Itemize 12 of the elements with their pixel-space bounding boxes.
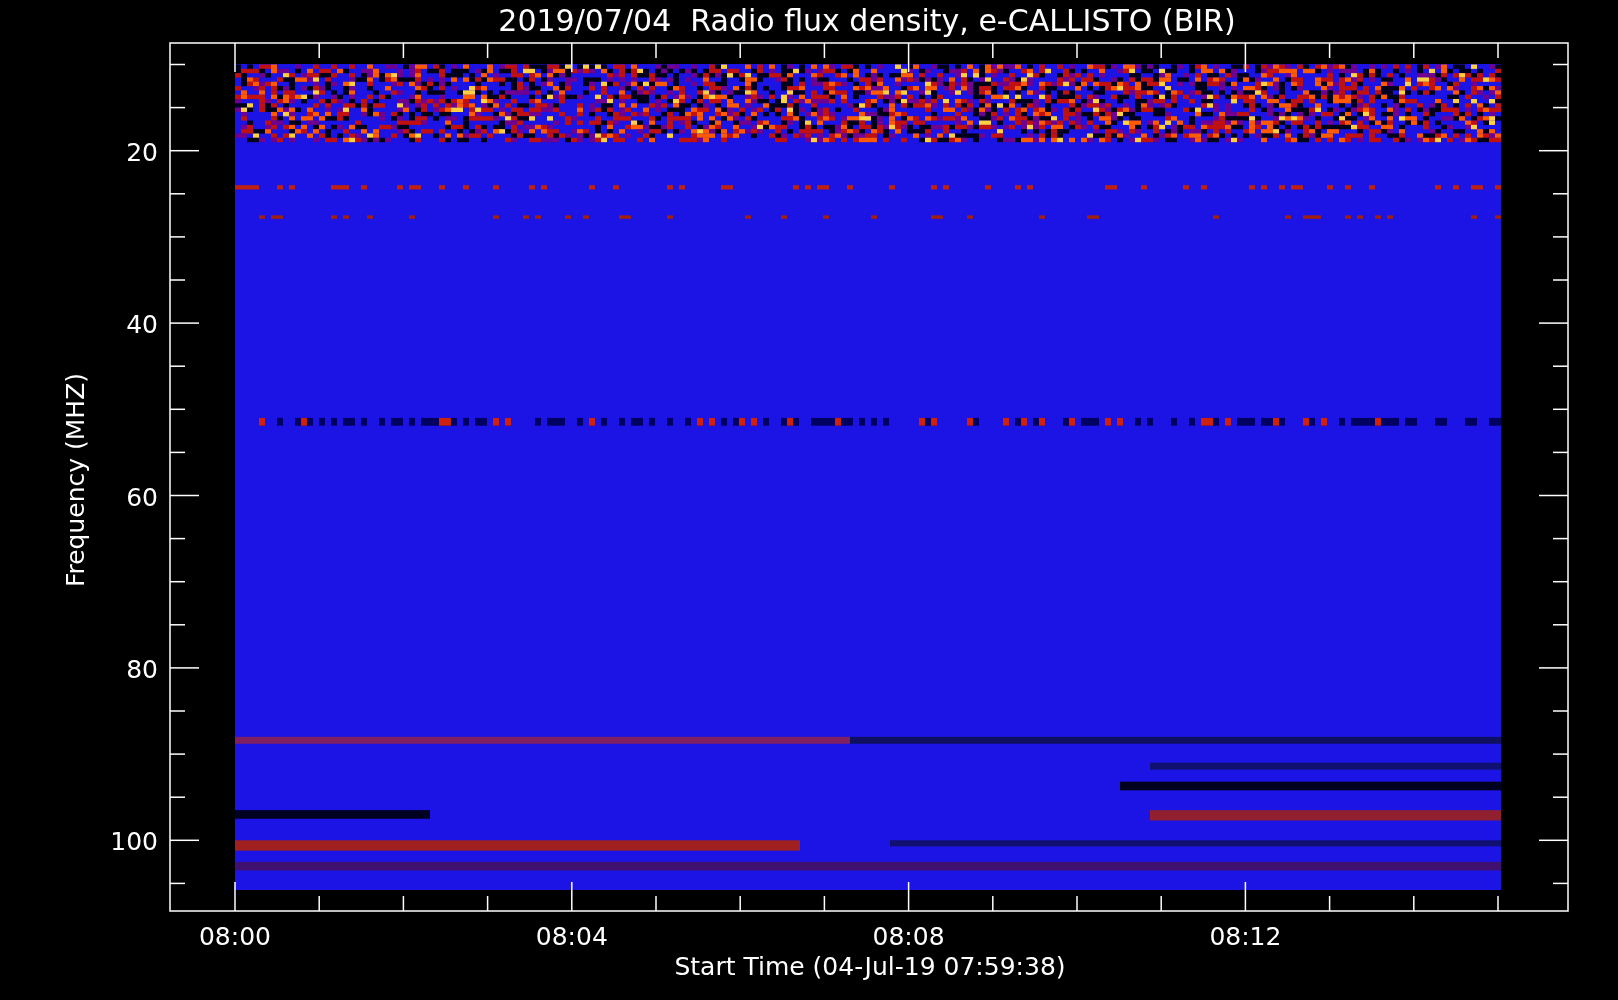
- tick-label: 80: [126, 654, 158, 684]
- tick-label: 08:08: [872, 922, 945, 951]
- axis-title: Start Time (04-Jul-19 07:59:38): [674, 952, 1066, 981]
- tick-label: 20: [126, 137, 158, 167]
- axis-title: Frequency (MHZ): [61, 372, 90, 588]
- chart-title: 2019/07/04 Radio flux density, e-CALLISTO (BIR): [498, 3, 1236, 38]
- tick-label: 60: [126, 482, 158, 512]
- tick-label: 08:12: [1209, 922, 1282, 951]
- tick-label: 40: [126, 310, 158, 340]
- tick-label: 100: [110, 827, 158, 857]
- tick-label: 08:00: [199, 922, 271, 951]
- tick-label: 08:04: [535, 922, 608, 951]
